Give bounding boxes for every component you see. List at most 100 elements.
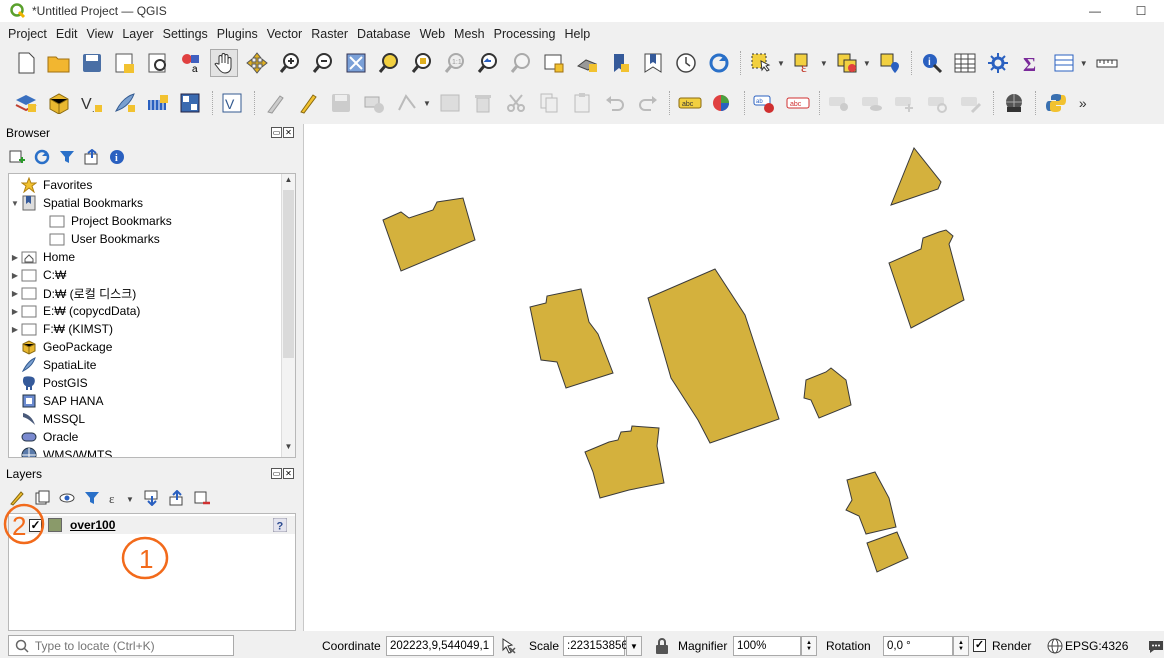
rotation-spinner-icon[interactable]: ▲ ▼ — [953, 636, 969, 656]
data-source-manager-icon[interactable] — [12, 89, 40, 117]
layout-manager-icon[interactable] — [144, 49, 172, 77]
browser-item-postgis[interactable]: PostGIS — [9, 374, 88, 392]
browser-item-e-copycddata[interactable]: ▶ E:₩ (copycdData) — [9, 302, 140, 320]
scroll-up-icon[interactable]: ▲ — [282, 175, 295, 189]
menu-view[interactable]: View — [86, 27, 113, 41]
layer-name[interactable]: over100 — [70, 518, 115, 532]
zoom-to-selection-icon[interactable] — [375, 49, 403, 77]
deselect-features-icon[interactable] — [833, 49, 861, 77]
add-feature-icon[interactable] — [360, 89, 388, 117]
attribute-table-view-icon[interactable] — [1050, 49, 1078, 77]
magnifier-field[interactable]: 100% — [733, 636, 801, 656]
select-by-location-icon[interactable] — [876, 49, 904, 77]
collapse-all-icon[interactable] — [83, 148, 101, 166]
collapsed-arrow-icon[interactable]: ▶ — [9, 325, 21, 334]
dropdown-arrow-icon[interactable]: ▼ — [1080, 59, 1088, 68]
style-manager-icon[interactable]: a — [177, 49, 205, 77]
minimize-button[interactable]: — — [1072, 0, 1118, 22]
layer-diagram-options-icon[interactable] — [709, 89, 737, 117]
menu-web[interactable]: Web — [420, 27, 445, 41]
select-features-icon[interactable] — [747, 49, 775, 77]
open-project-icon[interactable] — [45, 49, 73, 77]
new-shapefile-layer-icon[interactable]: V.: — [78, 89, 106, 117]
menu-plugins[interactable]: Plugins — [217, 27, 258, 41]
scale-dropdown-icon[interactable]: ▼ — [626, 636, 642, 656]
modify-attributes-icon[interactable] — [436, 89, 464, 117]
save-project-icon[interactable] — [78, 49, 106, 77]
redo-icon[interactable] — [634, 89, 662, 117]
map-canvas[interactable] — [303, 124, 1164, 631]
menu-project[interactable]: Project — [8, 27, 47, 41]
measure-line-icon[interactable] — [1093, 49, 1121, 77]
browser-item-user-bookmarks[interactable]: User Bookmarks — [37, 230, 160, 248]
menu-processing[interactable]: Processing — [494, 27, 556, 41]
float-panel-icon[interactable]: ▭ — [271, 127, 282, 138]
undo-icon[interactable] — [601, 89, 629, 117]
browser-item-spatialite[interactable]: SpatiaLite — [9, 356, 96, 374]
statistical-summary-icon[interactable]: Σ — [1017, 49, 1045, 77]
zoom-native-icon[interactable]: 1:1 — [441, 49, 469, 77]
browser-item-f-kimst[interactable]: ▶ F:₩ (KIMST) — [9, 320, 113, 338]
filter-icon[interactable] — [58, 148, 76, 166]
menu-help[interactable]: Help — [564, 27, 590, 41]
map-features[interactable] — [304, 124, 1164, 631]
lock-scale-icon[interactable] — [655, 638, 669, 654]
dropdown-arrow-icon[interactable]: ▼ — [423, 99, 431, 108]
browser-item-geopackage[interactable]: GeoPackage — [9, 338, 112, 356]
dropdown-arrow-icon[interactable]: ▼ — [863, 59, 871, 68]
zoom-to-layer-icon[interactable] — [408, 49, 436, 77]
processing-toolbox-icon[interactable] — [984, 49, 1012, 77]
browser-item-c[interactable]: ▶ C:₩ — [9, 266, 66, 284]
browser-item-mssql[interactable]: MSSQL — [9, 410, 85, 428]
menu-edit[interactable]: Edit — [56, 27, 78, 41]
menu-database[interactable]: Database — [357, 27, 411, 41]
dropdown-arrow-icon[interactable]: ▼ — [820, 59, 828, 68]
manage-map-themes-icon[interactable] — [58, 489, 76, 507]
zoom-full-icon[interactable] — [342, 49, 370, 77]
coordinate-field[interactable]: 202223,9,544049,1 — [386, 636, 494, 656]
messages-icon[interactable] — [1148, 638, 1164, 654]
help-question-icon[interactable]: ? — [273, 518, 287, 532]
label-toolbar-icon[interactable]: abc — [784, 89, 812, 117]
refresh-icon[interactable] — [33, 148, 51, 166]
save-edits-icon[interactable] — [327, 89, 355, 117]
new-bookmark-icon[interactable] — [606, 49, 634, 77]
change-label-icon[interactable] — [958, 89, 986, 117]
digitize-edits-icon[interactable] — [261, 89, 289, 117]
new-project-icon[interactable] — [12, 49, 40, 77]
expanded-arrow-icon[interactable]: ▼ — [9, 199, 21, 208]
zoom-in-icon[interactable] — [276, 49, 304, 77]
browser-item-wms-wmts[interactable]: WMS/WMTS — [9, 446, 112, 457]
move-label-icon[interactable] — [892, 89, 920, 117]
toggle-extents-mouse-icon[interactable] — [499, 637, 517, 655]
scale-field[interactable]: :223153856 — [563, 636, 628, 656]
collapsed-arrow-icon[interactable]: ▶ — [9, 289, 21, 298]
new-map-view-icon[interactable] — [540, 49, 568, 77]
temporal-controller-icon[interactable] — [672, 49, 700, 77]
browser-scrollbar[interactable]: ▲ ▼ — [281, 174, 295, 457]
browser-item-spatial-bookmarks[interactable]: ▼ Spatial Bookmarks — [9, 194, 143, 212]
menu-vector[interactable]: Vector — [267, 27, 302, 41]
menu-mesh[interactable]: Mesh — [454, 27, 485, 41]
new-temporary-layer-icon[interactable] — [177, 89, 205, 117]
crs-label[interactable]: EPSG:4326 — [1065, 639, 1128, 653]
locator-bar[interactable] — [8, 635, 234, 656]
vertex-tool-icon[interactable] — [393, 89, 421, 117]
menu-settings[interactable]: Settings — [163, 27, 208, 41]
menu-raster[interactable]: Raster — [311, 27, 348, 41]
refresh-icon[interactable] — [705, 49, 733, 77]
delete-selected-icon[interactable] — [469, 89, 497, 117]
select-by-expression-icon[interactable]: ε — [790, 49, 818, 77]
identify-features-icon[interactable]: i — [918, 49, 946, 77]
scrollbar-thumb[interactable] — [283, 190, 294, 358]
properties-info-icon[interactable]: i — [108, 148, 126, 166]
highlight-pinned-labels-icon[interactable]: ab — [751, 89, 779, 117]
add-selected-layers-icon[interactable] — [8, 148, 26, 166]
remove-layer-icon[interactable] — [193, 489, 211, 507]
render-checkbox[interactable]: ✓ — [973, 639, 986, 652]
maximize-button[interactable]: ☐ — [1118, 0, 1164, 22]
collapsed-arrow-icon[interactable]: ▶ — [9, 307, 21, 316]
new-spatialite-layer-icon[interactable] — [111, 89, 139, 117]
paste-features-icon[interactable] — [568, 89, 596, 117]
expand-all-icon[interactable] — [143, 489, 161, 507]
